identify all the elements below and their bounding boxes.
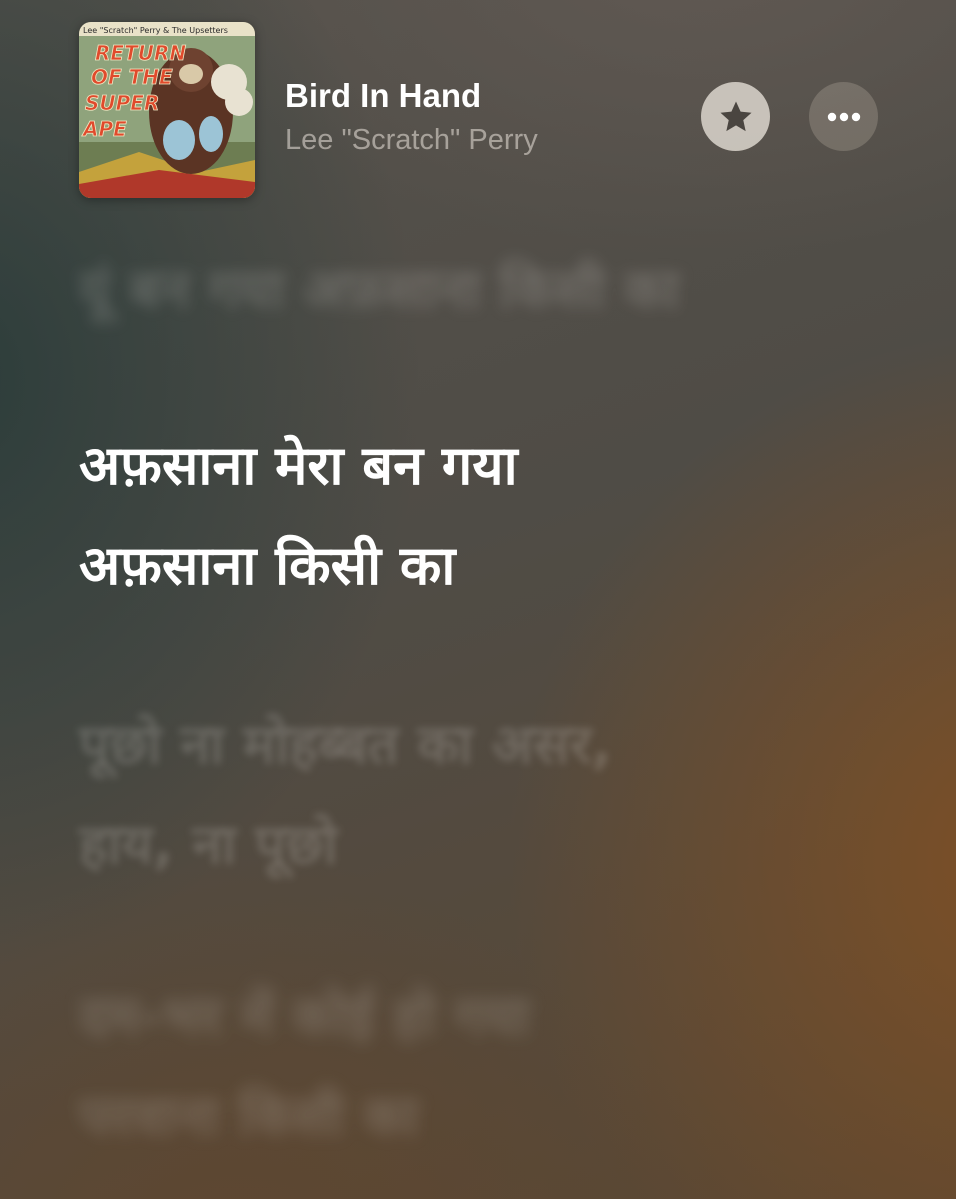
album-art-credit: Lee "Scratch" Perry & The Upsetters	[83, 26, 228, 35]
album-art-title-line: SUPER	[85, 91, 159, 115]
lyric-text: पूछो ना मोहब्बत का असर,	[79, 713, 613, 776]
lyric-line-current[interactable]: अफ़साना मेरा बन गया अफ़साना किसी का	[79, 416, 899, 616]
now-playing-header: Lee "Scratch" Perry & The Upsetters RETU…	[79, 22, 879, 198]
lyric-text: परवाना किसी का	[79, 1085, 419, 1148]
lyric-text: अफ़साना किसी का	[79, 534, 456, 597]
track-artist[interactable]: Lee "Scratch" Perry	[285, 124, 538, 157]
lyric-line-upcoming[interactable]: पूछो ना मोहब्बत का असर, हाय, ना पूछो	[79, 695, 899, 895]
lyric-line-upcoming[interactable]: दम-भर में कोई हो गया परवाना किसी का	[79, 967, 899, 1167]
track-title[interactable]: Bird In Hand	[285, 77, 481, 115]
more-options-button[interactable]	[809, 82, 878, 151]
ellipsis-icon	[827, 112, 860, 121]
album-art[interactable]: Lee "Scratch" Perry & The Upsetters RETU…	[79, 22, 255, 198]
star-icon	[719, 100, 752, 131]
album-art-title-line: RETURN	[95, 41, 186, 65]
album-art-title-line: OF THE	[91, 65, 173, 89]
lyric-line-previous[interactable]: यूं बन गया अफ़साना किसी का	[79, 240, 899, 340]
lyric-text: हाय, ना पूछो	[79, 813, 338, 876]
lyric-text: अफ़साना मेरा बन गया	[79, 434, 518, 497]
lyric-text: दम-भर में कोई हो गया	[79, 985, 531, 1048]
album-art-title-line: APE	[81, 117, 127, 141]
favorite-button[interactable]	[701, 82, 770, 151]
lyric-text: यूं बन गया अफ़साना किसी का	[79, 258, 680, 321]
